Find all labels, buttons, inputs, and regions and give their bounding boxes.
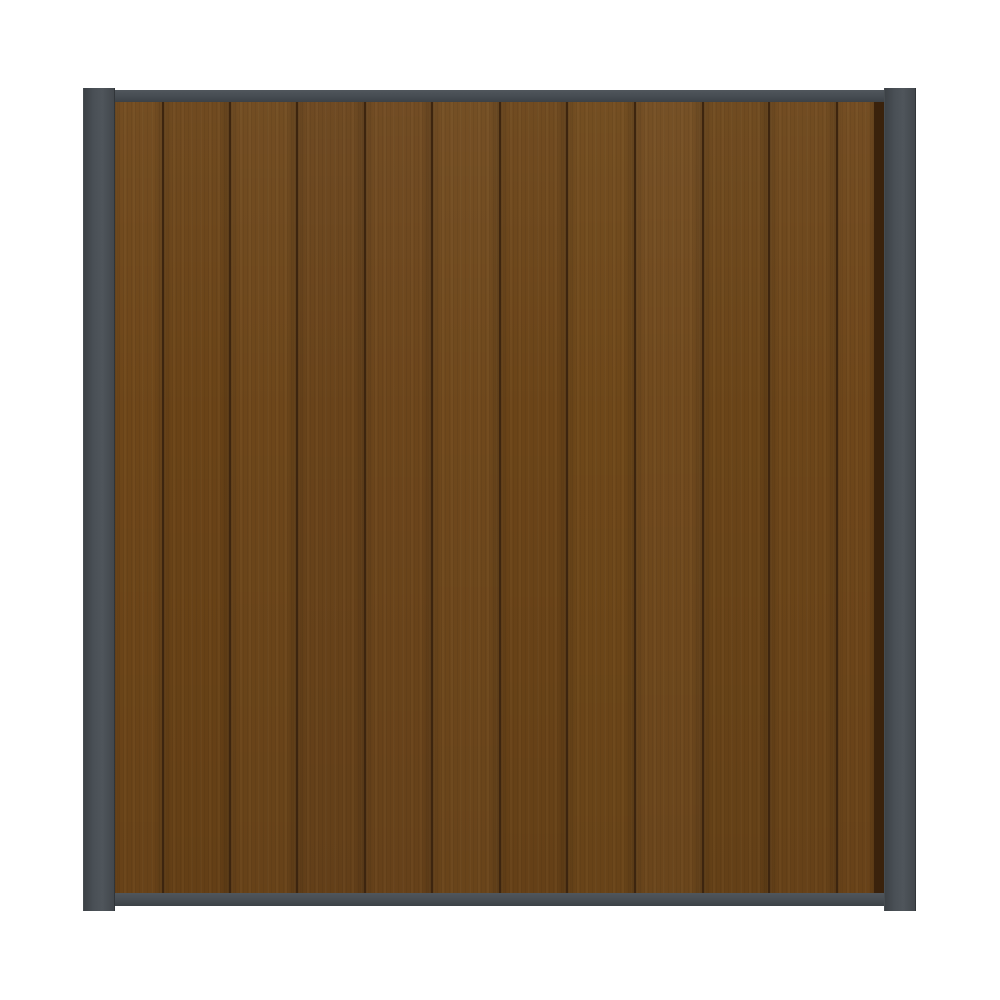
fence-board [636, 102, 704, 893]
fence-board [366, 102, 433, 893]
fence-board [770, 102, 838, 893]
fence-scene [0, 0, 1000, 1000]
fence-infill [115, 102, 884, 893]
fence-board [704, 102, 770, 893]
bottom-rail [115, 893, 884, 906]
fence-board [501, 102, 568, 893]
fence-board [433, 102, 501, 893]
fence-board [115, 102, 164, 893]
top-rail [115, 90, 884, 102]
fence-board [838, 102, 874, 893]
fence-board [568, 102, 636, 893]
fence-board [231, 102, 298, 893]
fence-board [298, 102, 366, 893]
fence-board [164, 102, 231, 893]
left-post [83, 88, 115, 911]
right-post [884, 88, 916, 911]
